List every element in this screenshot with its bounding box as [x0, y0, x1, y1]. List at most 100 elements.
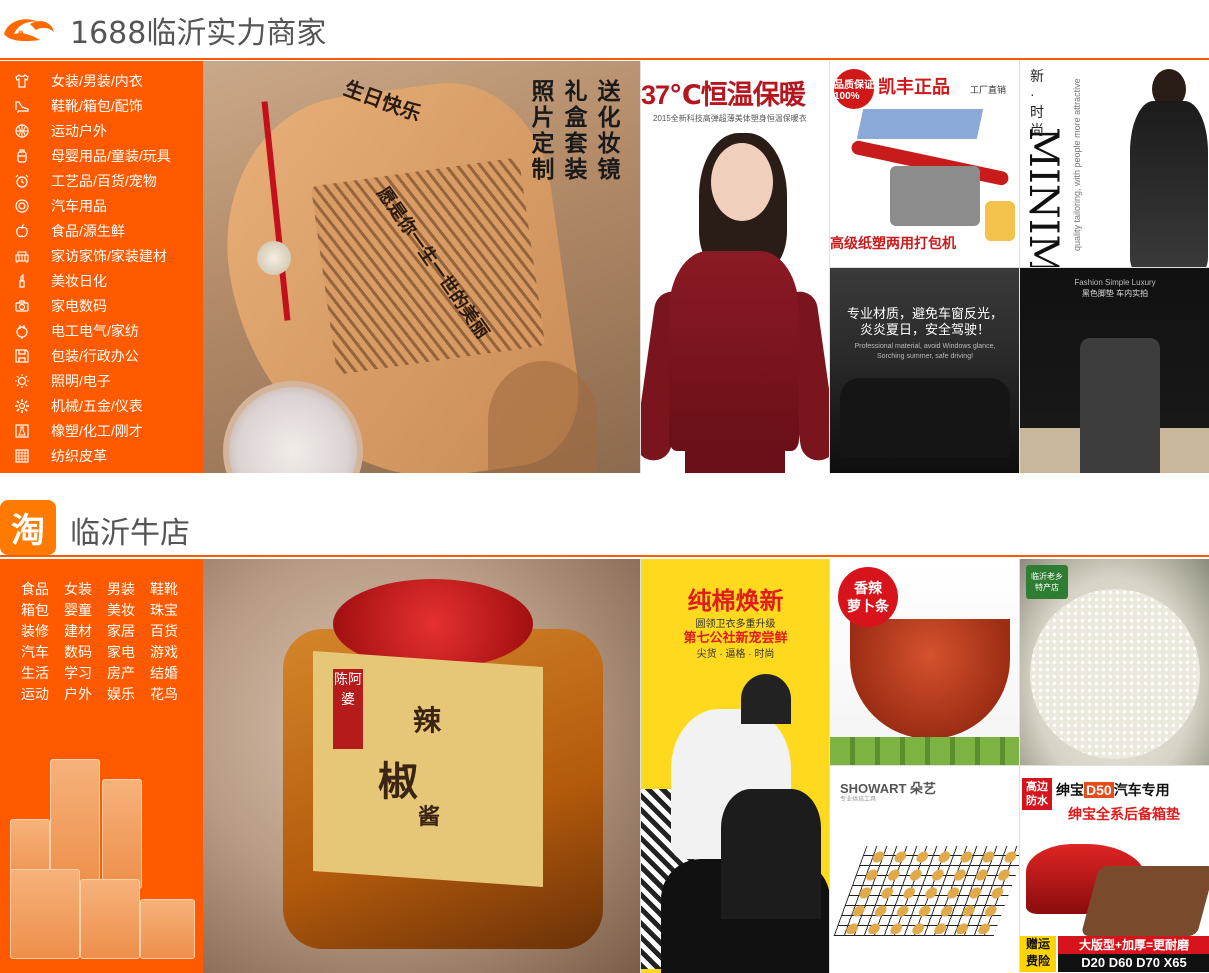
category-item-shoes[interactable]: 鞋靴/箱包/配饰 — [0, 93, 203, 118]
tag-link[interactable]: 建材 — [64, 622, 107, 640]
badge-line: 临沂老乡 — [1031, 572, 1063, 581]
category-label: 运动户外 — [51, 122, 107, 139]
mat-caption-cn: 黑色脚垫 车内实拍 — [1081, 289, 1149, 298]
section-title[interactable]: 1688临沂实力商家 — [70, 8, 326, 52]
plug-icon — [14, 323, 30, 339]
dashboard-image — [840, 378, 1010, 458]
product-tile-chili-sauce[interactable]: 陈阿婆 辣 椒 酱 — [203, 559, 640, 973]
tag-link[interactable]: 游戏 — [150, 643, 193, 661]
promo-subtitle: 2015全新科技高弹超薄美体塑身恒温保暖衣 — [653, 114, 807, 123]
feature-tag: 高边 防水 — [1022, 778, 1052, 810]
shipping-insurance-tag: 赠运 费险 — [1020, 936, 1056, 972]
quality-badge: 品质保证 100% — [834, 69, 874, 109]
category-label: 汽车用品 — [51, 197, 107, 214]
product-tile-cotton-sweatshirt[interactable]: 纯棉焕新 圆领卫衣多重升级 第七公社新宠尝鲜 尖货 · 逼格 · 时尚 — [640, 559, 829, 973]
category-item-food[interactable]: 食品/源生鲜 — [0, 218, 203, 243]
model-coat-image — [1130, 101, 1208, 267]
product-tile-packing-tool[interactable]: 品质保证 100% 凯丰正品 工厂直销 高级纸塑两用打包机 — [829, 61, 1019, 267]
sofa-icon — [14, 248, 30, 264]
product-tile-comb[interactable]: 送化妆镜 礼盒套装 照片定制 生日快乐 愿是你一生一世的美丽 — [203, 61, 640, 473]
floppy-disk-icon — [14, 348, 30, 364]
product-tile-baking-rack[interactable]: SHOWART 朵艺 专业烘焙工具 — [829, 765, 1019, 973]
promo-line-en: Professional material, avoid Windows gla… — [854, 343, 996, 350]
lipstick-icon — [14, 273, 30, 289]
category-label: 照明/电子 — [51, 372, 111, 389]
tag-link[interactable]: 生活 — [21, 664, 64, 682]
product-tile-floor-mat[interactable]: Fashion Simple Luxury 黑色脚垫 车内实拍 — [1019, 267, 1209, 473]
shop-badge: 临沂老乡 特产店 — [1026, 565, 1068, 599]
category-item-textiles[interactable]: 纺织皮革 — [0, 443, 203, 468]
section-header-taobao: 临沂牛店 — [0, 497, 1209, 557]
category-item-machinery[interactable]: 机械/五金/仪表 — [0, 393, 203, 418]
fashion-tagline: quality tailoring, with people more attr… — [1072, 78, 1082, 251]
tag-link[interactable]: 家居 — [107, 622, 150, 640]
promo-subtitle: 绅宝全系后备箱垫 — [1068, 806, 1180, 822]
flask-box-icon — [14, 423, 30, 439]
tag-link[interactable]: 男装 — [107, 580, 150, 598]
jar-char: 酱 — [418, 804, 441, 830]
product-tile-spicy-radish[interactable]: 香辣 萝卜条 — [829, 559, 1019, 765]
tag-link[interactable]: 数码 — [64, 643, 107, 661]
tag-link[interactable]: 户外 — [64, 685, 107, 703]
high-heel-icon — [14, 98, 30, 114]
tag-link[interactable]: 食品 — [21, 580, 64, 598]
promo-title: 37℃恒温保暖 — [641, 80, 806, 110]
tag-link[interactable]: 箱包 — [21, 601, 64, 619]
category-item-home[interactable]: 家访家饰/家装建材 — [0, 243, 203, 268]
tag-link[interactable]: 房产 — [107, 664, 150, 682]
category-item-chemicals[interactable]: 橡塑/化工/刚才 — [0, 418, 203, 443]
title-pre: 绅宝 — [1056, 782, 1084, 798]
tag-link[interactable]: 家电 — [107, 643, 150, 661]
tag-link[interactable]: 汽车 — [21, 643, 64, 661]
product-tile-dash-mat[interactable]: 专业材质，避免车窗反光， 炎炎夏日，安全驾驶！ Professional mat… — [829, 267, 1019, 473]
category-item-electronics[interactable]: 家电数码 — [0, 293, 203, 318]
tag-link[interactable]: 娱乐 — [107, 685, 150, 703]
tshirt-icon — [14, 73, 30, 89]
fashion-big-text: MINIMALIST — [1020, 127, 1066, 267]
lettuce-image — [830, 737, 1019, 765]
tag-link[interactable]: 学习 — [64, 664, 107, 682]
tag-link[interactable]: 结婚 — [150, 664, 193, 682]
tag-link[interactable]: 鞋靴 — [150, 580, 193, 598]
category-item-auto[interactable]: 汽车用品 — [0, 193, 203, 218]
product-caption: 高级纸塑两用打包机 — [830, 235, 956, 251]
camera-icon — [14, 298, 30, 314]
category-item-office[interactable]: 包装/行政办公 — [0, 343, 203, 368]
model-face-image — [711, 143, 773, 221]
alibaba-1688-logo-icon[interactable]: e — [0, 10, 56, 46]
tag-link[interactable]: 百货 — [150, 622, 193, 640]
tag-link[interactable]: 婴童 — [64, 601, 107, 619]
product-tile-fashion-coat[interactable]: 新·时尚 MINIMALIST quality tailoring, with … — [1019, 61, 1209, 267]
product-tile-thermal-underwear[interactable]: 37℃恒温保暖 2015全新科技高弹超薄美体塑身恒温保暖衣 — [640, 61, 829, 473]
gear-icon — [14, 398, 30, 414]
promo-tagline: 尖货 · 逼格 · 时尚 — [696, 649, 775, 660]
model-pants-image — [685, 441, 785, 473]
category-item-clothing[interactable]: 女装/男装/内衣 — [0, 68, 203, 93]
category-item-beauty[interactable]: 美妆日化 — [0, 268, 203, 293]
brand-tagline: 工厂直销 — [970, 85, 1007, 95]
rice-image — [1030, 589, 1200, 759]
tag-link[interactable]: 女装 — [64, 580, 107, 598]
taobao-logo-icon[interactable]: 淘 — [0, 500, 56, 555]
jar-stamp-text: 陈阿婆 — [334, 671, 362, 707]
section-header-1688: e 1688临沂实力商家 — [0, 0, 1209, 60]
tag-link[interactable]: 花鸟 — [150, 685, 193, 703]
jar-char: 辣 — [413, 704, 442, 737]
tool-jaw-image — [890, 166, 980, 226]
product-tile-rice[interactable]: 临沂老乡 特产店 — [1019, 559, 1209, 765]
section-title[interactable]: 临沂牛店 — [70, 508, 190, 552]
category-item-lighting[interactable]: 照明/电子 — [0, 368, 203, 393]
product-badge: 香辣 萝卜条 — [838, 567, 898, 627]
category-item-crafts[interactable]: 工艺品/百货/宠物 — [0, 168, 203, 193]
category-item-electrical[interactable]: 电工电气/家纺 — [0, 318, 203, 343]
product-tile-trunk-mat[interactable]: 高边 防水 绅宝 D50 汽车专用 绅宝全系后备箱垫 赠运 费险 大版型+加厚=更耐… — [1019, 765, 1209, 973]
category-item-sports[interactable]: 运动户外 — [0, 118, 203, 143]
category-label: 纺织皮革 — [51, 447, 107, 464]
tag-link[interactable]: 装修 — [21, 622, 64, 640]
tag-link[interactable]: 运动 — [21, 685, 64, 703]
tag-link[interactable]: 珠宝 — [150, 601, 193, 619]
category-item-baby[interactable]: 母婴用品/童装/玩具 — [0, 143, 203, 168]
tag-link[interactable]: 美妆 — [107, 601, 150, 619]
promo-line: 专业材质，避免车窗反光， — [846, 306, 1003, 321]
tag-line: 高边 — [1026, 781, 1048, 793]
